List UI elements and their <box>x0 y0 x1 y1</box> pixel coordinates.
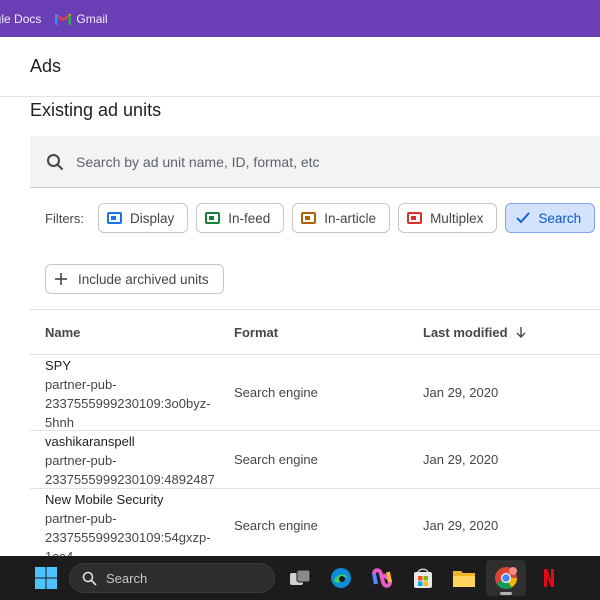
plus-icon <box>55 273 67 285</box>
taskbar-search[interactable]: Search <box>69 563 275 593</box>
column-header-format[interactable]: Format <box>234 325 278 340</box>
ad-unit-name-cell: SPY partner-pub- 2337555999230109:3o0byz… <box>45 356 220 432</box>
bookmarks-bar: ogle Docs Gmail <box>0 0 600 37</box>
table-row[interactable]: New Mobile Security partner-pub- 2337555… <box>30 489 600 556</box>
bookmark-label: Gmail <box>76 11 108 26</box>
bookmark-gmail[interactable]: Gmail <box>55 11 108 26</box>
table-header: Name Format Last modified <box>30 309 600 355</box>
ad-unit-format: Search engine <box>234 385 318 400</box>
filter-chip-display[interactable]: Display <box>98 203 189 233</box>
ad-unit-id-line: partner-pub- <box>45 453 117 468</box>
filters-label: Filters: <box>45 210 84 226</box>
bookmark-label: ogle Docs <box>0 11 42 26</box>
gmail-icon <box>55 13 72 25</box>
ad-unit-name-cell: vashikaranspell partner-pub- 23375559992… <box>45 432 220 489</box>
chip-label: Multiplex <box>430 210 484 226</box>
include-archived-button[interactable]: Include archived units <box>45 264 224 294</box>
column-header-name[interactable]: Name <box>45 325 80 340</box>
chip-label: In-feed <box>228 210 271 226</box>
windows-start-icon[interactable] <box>34 566 58 590</box>
ad-unit-id-line: 2337555999230109:4892487 <box>45 472 215 487</box>
ad-unit-id-line: 1co4 <box>45 547 220 556</box>
filter-chip-multiplex[interactable]: Multiplex <box>398 203 498 233</box>
copilot-icon[interactable] <box>370 566 394 590</box>
section-title: Existing ad units <box>30 100 162 120</box>
edge-browser-icon[interactable] <box>329 566 353 590</box>
microsoft-store-icon[interactable] <box>411 566 435 590</box>
filter-chip-in-feed[interactable]: In-feed <box>196 203 285 233</box>
ad-unit-format: Search engine <box>234 452 318 467</box>
check-icon <box>516 212 531 224</box>
include-archived-label: Include archived units <box>78 271 209 287</box>
ad-unit-name-cell: New Mobile Security partner-pub- 2337555… <box>45 490 220 556</box>
search-input[interactable] <box>76 153 556 170</box>
chrome-icon <box>495 567 517 589</box>
table-row[interactable]: SPY partner-pub- 2337555999230109:3o0byz… <box>30 355 600 431</box>
ad-unit-last-modified: Jan 29, 2020 <box>423 452 499 467</box>
multiplex-ad-icon <box>407 212 423 224</box>
ad-unit-last-modified: Jan 29, 2020 <box>423 385 499 400</box>
chip-label: In-article <box>324 210 377 226</box>
active-app-indicator <box>500 592 512 595</box>
chip-label: Search <box>538 210 582 226</box>
in-article-ad-icon <box>301 212 317 224</box>
netflix-icon[interactable] <box>537 566 561 590</box>
filter-chip-in-article[interactable]: In-article <box>292 203 391 233</box>
column-header-last-modified[interactable]: Last modified <box>423 325 526 340</box>
search-bar[interactable] <box>30 136 600 188</box>
ad-unit-id-line: partner-pub- <box>45 377 117 392</box>
bookmark-google-docs[interactable]: ogle Docs <box>0 12 41 26</box>
column-header-label: Last modified <box>423 324 508 340</box>
page-header: Ads <box>0 37 600 97</box>
filter-chip-search[interactable]: Search <box>505 203 596 233</box>
ad-units-table: Name Format Last modified SPY partner-pu… <box>30 309 600 556</box>
taskbar-search-label: Search <box>106 570 148 586</box>
ad-unit-last-modified: Jan 29, 2020 <box>423 518 499 533</box>
ad-unit-name[interactable]: New Mobile Security <box>45 490 220 509</box>
ad-unit-id-line: 5hnh <box>45 415 74 430</box>
display-ad-icon <box>107 212 122 224</box>
adsense-app: Ads Existing ad units Filters: Display I… <box>0 37 600 556</box>
ad-unit-format: Search engine <box>234 518 318 533</box>
file-explorer-icon[interactable] <box>452 566 476 590</box>
chip-label: Display <box>130 210 175 226</box>
in-feed-ad-icon <box>205 212 221 224</box>
ad-unit-id-line: 2337555999230109:54gxzp- <box>45 530 211 545</box>
filters-row: Filters: Display In-feed In-article Mult… <box>45 203 596 233</box>
chrome-taskbar-button[interactable] <box>486 560 526 596</box>
taskbar: Search <box>0 556 600 600</box>
ad-unit-name[interactable]: SPY <box>45 356 220 375</box>
page-title: Ads <box>30 56 62 76</box>
task-view-icon[interactable] <box>288 566 312 590</box>
ad-unit-name[interactable]: vashikaranspell <box>45 432 220 451</box>
search-icon <box>82 571 97 586</box>
table-row[interactable]: vashikaranspell partner-pub- 23375559992… <box>30 431 600 489</box>
ad-unit-id-line: 2337555999230109:3o0byz- <box>45 396 211 411</box>
search-icon <box>47 153 64 170</box>
arrow-down-icon <box>516 327 526 338</box>
ad-unit-id-line: partner-pub- <box>45 511 117 526</box>
